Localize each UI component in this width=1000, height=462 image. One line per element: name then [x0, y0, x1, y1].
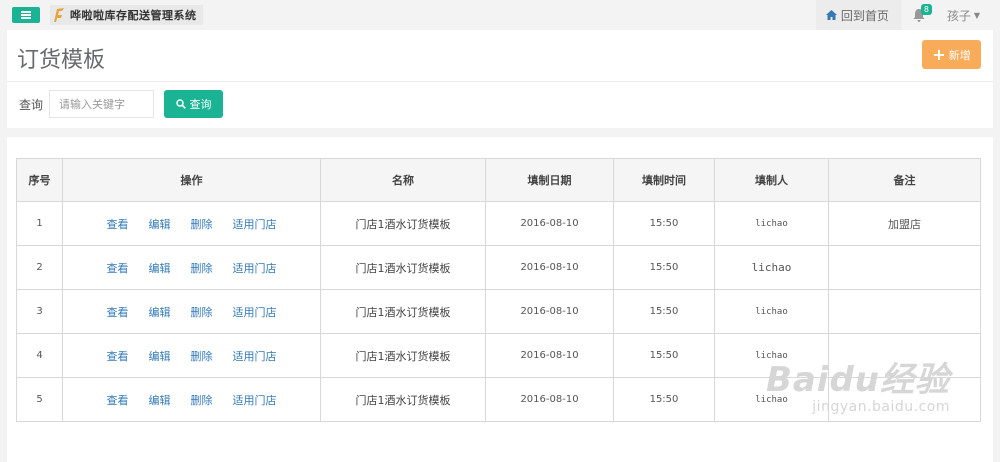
- row-no: 4: [16, 333, 63, 378]
- row-creator: lichao: [714, 377, 829, 422]
- row-creator: lichao: [714, 289, 829, 334]
- delete-link[interactable]: 删除: [191, 394, 213, 407]
- edit-link[interactable]: 编辑: [149, 394, 171, 407]
- row-creator: lichao: [714, 333, 829, 378]
- search-icon: [175, 99, 186, 109]
- edit-link[interactable]: 编辑: [149, 218, 171, 231]
- brand: 哗啦啦库存配送管理系统: [50, 5, 203, 25]
- row-no: 5: [16, 377, 63, 422]
- row-actions: 查看 编辑 删除 适用门店: [62, 377, 321, 422]
- row-no: 1: [16, 201, 63, 246]
- view-link[interactable]: 查看: [107, 350, 129, 363]
- table-row: 5 查看 编辑 删除 适用门店 门店1酒水订货模板 2016-08-10 15:50 …: [16, 377, 981, 422]
- stores-link[interactable]: 适用门店: [233, 350, 277, 363]
- row-note: [828, 333, 981, 378]
- top-navbar: 哗啦啦库存配送管理系统 回到首页 8 孩子 ▼: [0, 0, 1000, 30]
- brand-logo-icon: [54, 8, 64, 22]
- table-header-row: 序号 操作 名称 填制日期 填制时间 填制人 备注: [16, 158, 981, 202]
- row-time: 15:50: [613, 245, 715, 290]
- row-no: 2: [16, 245, 63, 290]
- column-header-actions: 操作: [62, 158, 321, 202]
- home-link-label: 回到首页: [840, 8, 889, 23]
- row-no: 3: [16, 289, 63, 334]
- row-note: 加盟店: [828, 201, 981, 246]
- view-link[interactable]: 查看: [107, 306, 129, 319]
- row-note: [828, 377, 981, 422]
- table-panel: 序号 操作 名称 填制日期 填制时间 填制人 备注 1 查看 编辑 删除 适用门店 门…: [7, 137, 993, 462]
- add-button-label: 新增: [948, 48, 971, 62]
- row-name: 门店1酒水订货模板: [320, 245, 486, 290]
- delete-link[interactable]: 删除: [191, 350, 213, 363]
- page-header: 订货模板 + 新增: [7, 30, 993, 82]
- delete-link[interactable]: 删除: [191, 262, 213, 275]
- row-date: 2016-08-10: [485, 201, 614, 246]
- row-creator: lichao: [714, 201, 829, 246]
- search-button-label: 查询: [189, 98, 212, 111]
- column-header-time: 填制时间: [613, 158, 715, 202]
- stores-link[interactable]: 适用门店: [233, 218, 277, 231]
- row-note: [828, 245, 981, 290]
- row-date: 2016-08-10: [485, 333, 614, 378]
- column-header-date: 填制日期: [485, 158, 614, 202]
- template-table: 序号 操作 名称 填制日期 填制时间 填制人 备注 1 查看 编辑 删除 适用门店 门…: [16, 158, 981, 422]
- column-header-note: 备注: [828, 158, 981, 202]
- edit-link[interactable]: 编辑: [149, 350, 171, 363]
- row-time: 15:50: [613, 333, 715, 378]
- edit-link[interactable]: 编辑: [149, 262, 171, 275]
- plus-icon: +: [932, 44, 946, 64]
- menu-toggle-button[interactable]: [12, 7, 40, 23]
- row-actions: 查看 编辑 删除 适用门店: [62, 201, 321, 246]
- row-actions: 查看 编辑 删除 适用门店: [62, 245, 321, 290]
- delete-link[interactable]: 删除: [191, 306, 213, 319]
- row-time: 15:50: [613, 289, 715, 334]
- view-link[interactable]: 查看: [107, 218, 129, 231]
- caret-down-icon: ▼: [973, 10, 980, 20]
- table-row: 2 查看 编辑 删除 适用门店 门店1酒水订货模板 2016-08-10 15:50 …: [16, 245, 981, 290]
- delete-link[interactable]: 删除: [191, 218, 213, 231]
- nav-right: 回到首页 8 孩子 ▼: [815, 0, 1000, 30]
- notification-badge: 8: [920, 4, 932, 15]
- column-header-name: 名称: [320, 158, 486, 202]
- row-name: 门店1酒水订货模板: [320, 333, 486, 378]
- search-button[interactable]: 查询: [164, 90, 223, 118]
- row-actions: 查看 编辑 删除 适用门店: [62, 289, 321, 334]
- row-name: 门店1酒水订货模板: [320, 289, 486, 334]
- user-name: 孩子: [946, 8, 971, 23]
- table-row: 1 查看 编辑 删除 适用门店 门店1酒水订货模板 2016-08-10 15:50 …: [16, 201, 981, 246]
- column-header-creator: 填制人: [714, 158, 829, 202]
- table-row: 4 查看 编辑 删除 适用门店 门店1酒水订货模板 2016-08-10 15:50 …: [16, 333, 981, 378]
- row-time: 15:50: [613, 201, 715, 246]
- search-bar: 查询 查询: [7, 82, 993, 128]
- notifications-button[interactable]: 8: [901, 0, 937, 30]
- row-note: [828, 289, 981, 334]
- app-title: 哗啦啦库存配送管理系统: [70, 9, 197, 22]
- row-name: 门店1酒水订货模板: [320, 201, 486, 246]
- user-menu[interactable]: 孩子 ▼: [937, 7, 1000, 24]
- row-date: 2016-08-10: [485, 245, 614, 290]
- row-name: 门店1酒水订货模板: [320, 377, 486, 422]
- row-creator: lichao: [714, 245, 829, 290]
- edit-link[interactable]: 编辑: [149, 306, 171, 319]
- page-title: 订货模板: [17, 48, 106, 73]
- search-label: 查询: [19, 98, 44, 112]
- add-button[interactable]: + 新增: [922, 40, 981, 69]
- stores-link[interactable]: 适用门店: [233, 306, 277, 319]
- home-icon: [825, 10, 837, 20]
- row-actions: 查看 编辑 删除 适用门店: [62, 333, 321, 378]
- home-link[interactable]: 回到首页: [815, 0, 901, 30]
- stores-link[interactable]: 适用门店: [233, 394, 277, 407]
- row-date: 2016-08-10: [485, 377, 614, 422]
- row-time: 15:50: [613, 377, 715, 422]
- view-link[interactable]: 查看: [107, 394, 129, 407]
- table-row: 3 查看 编辑 删除 适用门店 门店1酒水订货模板 2016-08-10 15:50 …: [16, 289, 981, 334]
- row-date: 2016-08-10: [485, 289, 614, 334]
- column-header-no: 序号: [16, 158, 63, 202]
- view-link[interactable]: 查看: [107, 262, 129, 275]
- search-input[interactable]: [49, 90, 154, 118]
- stores-link[interactable]: 适用门店: [233, 262, 277, 275]
- menu-icon: [21, 11, 31, 19]
